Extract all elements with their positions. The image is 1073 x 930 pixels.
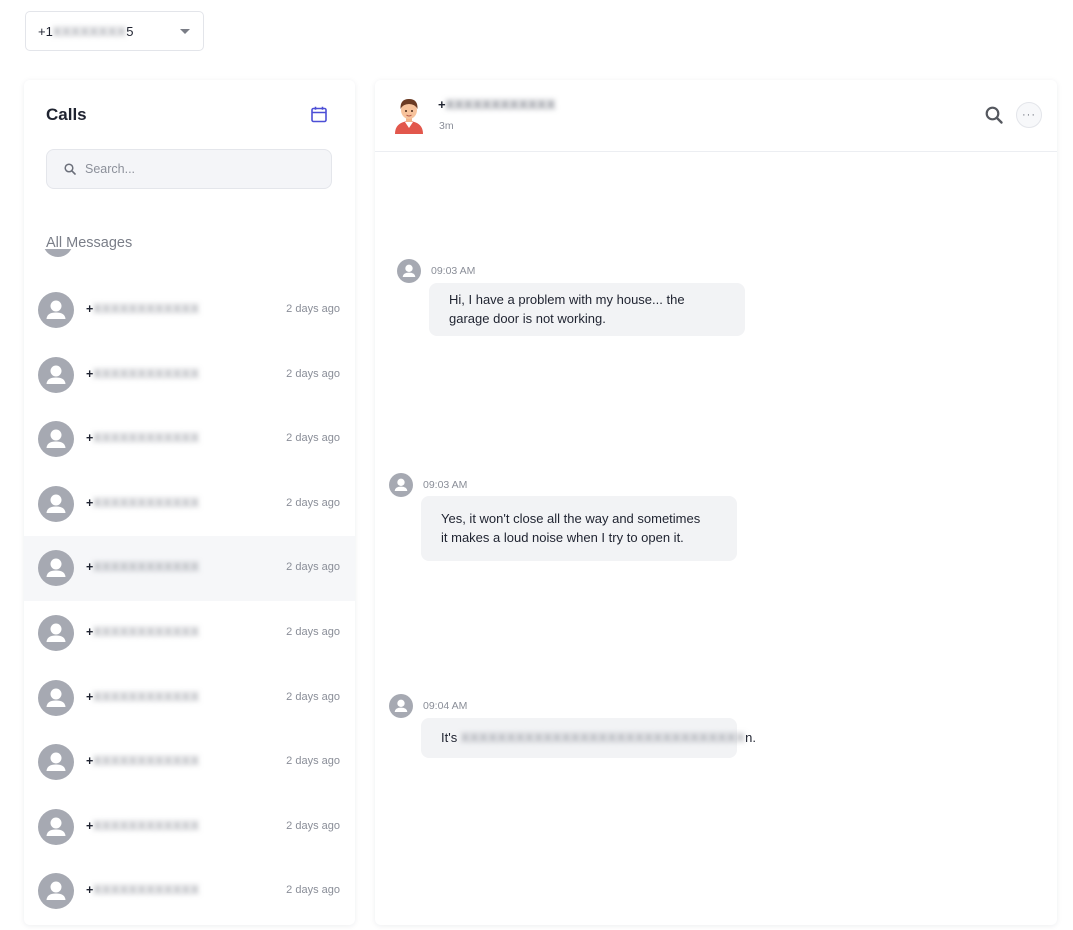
- user-icon: [38, 292, 74, 328]
- call-number: +XXXXXXXXXXXX: [86, 624, 200, 639]
- call-time: 2 days ago: [286, 367, 340, 380]
- user-icon: [38, 292, 74, 328]
- call-list-item[interactable]: +XXXXXXXXXXXX 2 days ago: [24, 859, 355, 924]
- phone-prefix: +1: [38, 23, 53, 39]
- user-icon: [38, 485, 74, 522]
- call-number: +XXXXXXXXXXXX: [86, 495, 200, 510]
- user-icon: [389, 473, 413, 497]
- search-icon[interactable]: [984, 105, 1004, 125]
- message-bubble: Hi, I have a problem with my house... th…: [429, 283, 745, 336]
- call-number: +XXXXXXXXXXXX: [86, 754, 200, 769]
- message-line: It's XXXXXXXXXXXXXXXXXXXXXXXXXXXXXXXn.: [441, 729, 756, 745]
- message-line: it makes a loud noise when I try to open…: [441, 529, 684, 545]
- message-line: Hi, I have a problem with my house... th…: [449, 292, 685, 307]
- call-number: +XXXXXXXXXXXX: [86, 431, 200, 446]
- phone-number-select[interactable]: +1 XXXXXXXX 5: [25, 11, 204, 51]
- user-icon: [397, 259, 421, 283]
- call-list-item[interactable]: +XXXXXXXXXXXX 2 days ago: [24, 536, 355, 601]
- call-time: 2 days ago: [286, 303, 340, 315]
- call-time: 2 days ago: [286, 884, 340, 897]
- message-line: Yes, it won't close all the way and some…: [441, 511, 701, 526]
- call-time: 2 days ago: [286, 625, 340, 638]
- user-icon: [38, 744, 74, 781]
- calls-panel: Calls All Messages +XXXXXXXXXXXX2 days a…: [24, 80, 355, 925]
- user-icon: [38, 873, 74, 910]
- call-number: +XXXXXXXXXXXX: [86, 883, 200, 898]
- chat-panel: +XXXXXXXXXXXX 3m ··· 09:02 AMMarondaHell…: [375, 80, 1057, 925]
- user-icon: [38, 614, 74, 651]
- call-time: 2 days ago: [286, 755, 340, 768]
- user-icon: [43, 249, 73, 265]
- message-time: 09:03 AM: [431, 265, 476, 277]
- call-number: +XXXXXXXXXXXX: [86, 818, 200, 833]
- user-icon: [38, 550, 74, 587]
- search-input[interactable]: [85, 162, 305, 176]
- contact-last-seen: 3m: [439, 120, 454, 132]
- user-icon: [38, 679, 74, 716]
- panel-title: Calls: [46, 105, 87, 124]
- call-list: +XXXXXXXXXXXX 2 days ago +XXXXXXXXXXXX 2 da…: [24, 278, 355, 924]
- call-time: 2 days ago: [286, 432, 340, 445]
- user-icon: [38, 808, 74, 845]
- user-icon: [38, 808, 74, 845]
- call-number: +XXXXXXXXXXXX: [86, 689, 200, 704]
- call-list-item[interactable]: +XXXXXXXXXXXX 2 days ago: [24, 278, 355, 343]
- phone-suffix: 5: [126, 23, 134, 39]
- calendar-icon[interactable]: [311, 106, 327, 123]
- call-time: 2 days ago: [286, 819, 340, 832]
- search-icon: [64, 163, 76, 175]
- call-list-item[interactable]: +XXXXXXXXXXXX 2 days ago: [24, 666, 355, 731]
- more-icon[interactable]: ···: [1016, 102, 1042, 128]
- call-list-item[interactable]: +XXXXXXXXXXXX 2 days ago: [24, 795, 355, 860]
- user-icon: [38, 679, 74, 716]
- call-list-item[interactable]: +XXXXXXXXXXXX 2 days ago: [24, 730, 355, 795]
- call-list-item[interactable]: +XXXXXXXXXXXX 2 days ago: [24, 601, 355, 666]
- call-time: 2 days ago: [286, 496, 340, 509]
- phone-masked: XXXXXXXX: [52, 23, 127, 39]
- message-bubble: Yes, it won't close all the way and some…: [421, 496, 737, 561]
- call-time: 2 days ago: [286, 690, 340, 703]
- user-icon: [38, 356, 74, 393]
- user-icon: [38, 744, 74, 781]
- message-time: 09:03 AM: [423, 479, 468, 491]
- user-icon: [389, 694, 413, 718]
- contact-avatar-icon: [395, 99, 423, 134]
- user-icon: [38, 485, 74, 522]
- call-number: +XXXXXXXXXXXX: [86, 302, 200, 316]
- message-bubble: It's XXXXXXXXXXXXXXXXXXXXXXXXXXXXXXXn.: [421, 718, 756, 758]
- user-icon: [38, 873, 74, 910]
- call-number: +XXXXXXXXXXXX: [86, 366, 200, 381]
- message-meta: 09:04 AM: [389, 694, 467, 718]
- message-meta: 09:03 AM: [389, 473, 467, 497]
- user-icon: [38, 356, 74, 393]
- user-icon: [389, 694, 413, 718]
- call-time: 2 days ago: [286, 561, 340, 574]
- search-field[interactable]: [46, 149, 332, 189]
- user-icon: [38, 614, 74, 651]
- user-icon: [38, 421, 74, 458]
- user-icon: [38, 421, 74, 458]
- call-list-item[interactable]: +XXXXXXXXXXXX 2 days ago: [24, 343, 355, 408]
- user-icon: [389, 473, 413, 497]
- contact-number: +XXXXXXXXXXXX: [438, 97, 556, 112]
- message-line: garage door is not working.: [449, 310, 606, 326]
- user-icon: [397, 259, 421, 283]
- chevron-down-icon: [180, 29, 190, 34]
- call-list-item[interactable]: +XXXXXXXXXXXX 2 days ago: [24, 407, 355, 472]
- message-meta: 09:03 AM: [397, 259, 475, 283]
- message-time: 09:04 AM: [423, 700, 468, 712]
- call-list-item[interactable]: +XXXXXXXXXXXX 2 days ago: [24, 472, 355, 537]
- call-number: +XXXXXXXXXXXX: [86, 560, 200, 575]
- user-icon: [38, 550, 74, 587]
- chat-header: +XXXXXXXXXXXX 3m ···: [375, 80, 1057, 152]
